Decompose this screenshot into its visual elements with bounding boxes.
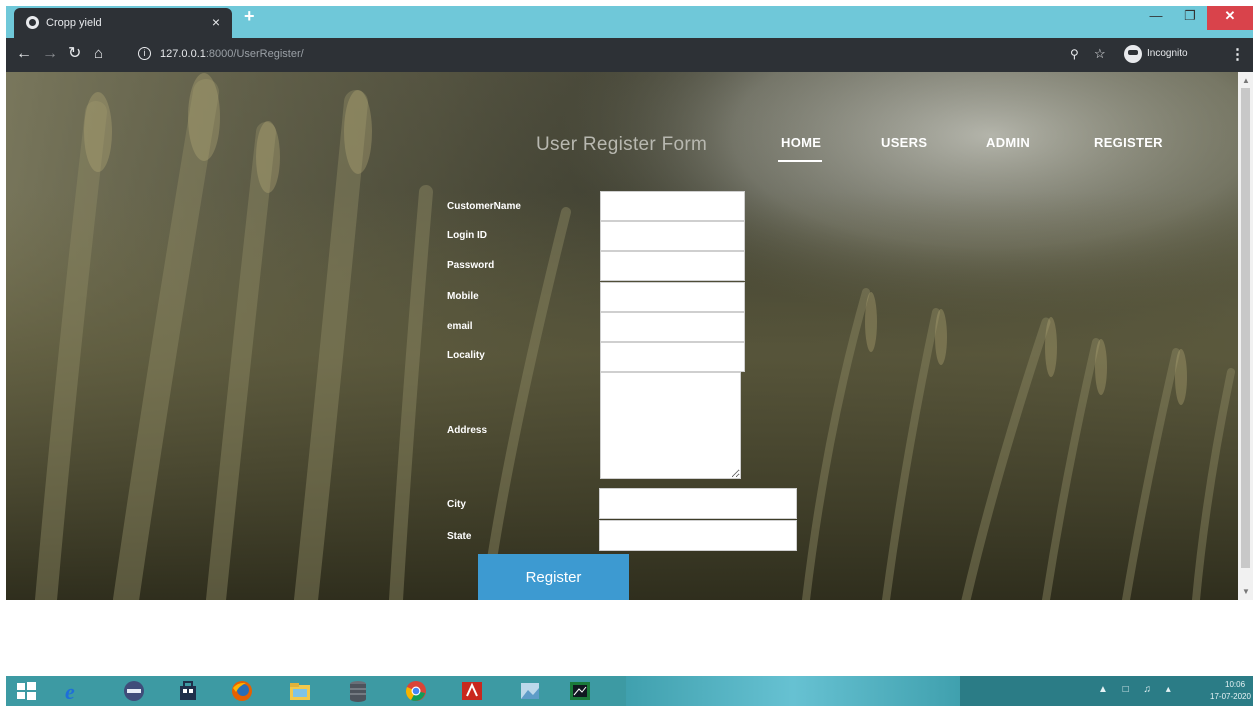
nav-admin-link[interactable]: ADMIN <box>986 135 1030 150</box>
svg-text:e: e <box>65 680 75 702</box>
media-center-icon[interactable] <box>122 680 146 702</box>
address-label: Address <box>447 425 488 436</box>
address-bar[interactable]: i 127.0.0.1:8000/UserRegister/ <box>132 43 1072 67</box>
windows-taskbar: e ▲ □ ♫ ▴ 10:06 17-07-2020 <box>6 676 1253 706</box>
browser-toolbar: ← → ↻ ⌂ i 127.0.0.1:8000/UserRegister/ ⚲… <box>6 38 1253 72</box>
scroll-up-arrow-icon[interactable]: ▲ <box>1242 76 1250 85</box>
zoom-icon[interactable]: ⚲ <box>1070 47 1079 61</box>
bookmark-star-icon[interactable]: ☆ <box>1094 46 1106 62</box>
address-textarea[interactable] <box>600 372 741 479</box>
url-path: :8000/UserRegister/ <box>205 48 304 60</box>
nav-active-underline <box>778 160 822 162</box>
reload-icon[interactable]: ↻ <box>68 45 81 63</box>
password-input[interactable] <box>600 251 745 281</box>
register-button[interactable]: Register <box>478 554 629 600</box>
screen: Cropp yield × + — ❐ ✕ ← → ↻ ⌂ i 127.0.0.… <box>0 0 1253 706</box>
scroll-down-arrow-icon[interactable]: ▼ <box>1242 587 1250 596</box>
url-text: 127.0.0.1:8000/UserRegister/ <box>160 48 304 60</box>
mobile-label: Mobile <box>447 291 479 302</box>
page-scrollbar[interactable]: ▲ ▼ <box>1238 72 1253 600</box>
windows-start-icon[interactable] <box>14 680 38 702</box>
browser-tab[interactable]: Cropp yield × <box>14 8 232 38</box>
close-tab-icon[interactable]: × <box>212 14 220 30</box>
nav-register-link[interactable]: REGISTER <box>1094 135 1163 150</box>
page-title: User Register Form <box>536 134 708 155</box>
store-icon[interactable] <box>176 680 200 702</box>
nav-users-link[interactable]: USERS <box>881 135 927 150</box>
firefox-icon[interactable] <box>230 680 254 702</box>
pdf-reader-icon[interactable] <box>460 680 484 702</box>
page-viewport: User Register Form HOME USERS ADMIN REGI… <box>6 72 1238 600</box>
tab-strip: Cropp yield × + — ❐ ✕ <box>0 0 1253 38</box>
image-editor-icon[interactable] <box>568 680 592 702</box>
incognito-icon[interactable] <box>1124 45 1142 63</box>
mobile-input[interactable] <box>600 282 745 312</box>
minimize-button[interactable]: — <box>1139 6 1173 30</box>
city-input[interactable] <box>599 488 797 519</box>
window-controls: — ❐ ✕ <box>1139 6 1253 30</box>
new-tab-button[interactable]: + <box>244 6 255 27</box>
maximize-button[interactable]: ❐ <box>1173 6 1207 30</box>
nav-home-link[interactable]: HOME <box>781 135 821 150</box>
url-host: 127.0.0.1 <box>160 48 206 60</box>
chrome-icon[interactable] <box>404 680 428 702</box>
password-label: Password <box>447 260 495 271</box>
customer-name-label: CustomerName <box>447 201 521 212</box>
internet-explorer-icon[interactable]: e <box>62 680 86 702</box>
menu-dots-icon[interactable]: ⋮ <box>1230 45 1245 63</box>
system-tray: ▲ □ ♫ ▴ 10:06 17-07-2020 <box>960 676 1253 706</box>
back-arrow-icon[interactable]: ← <box>16 45 32 63</box>
state-input[interactable] <box>599 520 797 551</box>
city-label: City <box>447 499 466 510</box>
state-label: State <box>447 531 472 542</box>
forward-arrow-icon[interactable]: → <box>42 45 58 63</box>
locality-label: Locality <box>447 350 485 361</box>
clock-date[interactable]: 17-07-2020 <box>1210 692 1251 701</box>
tray-icons[interactable]: ▲ □ ♫ ▴ <box>1098 684 1177 695</box>
home-icon[interactable]: ⌂ <box>94 45 103 63</box>
profile-label[interactable]: Incognito <box>1147 48 1188 59</box>
customer-name-input[interactable] <box>600 191 745 221</box>
locality-input[interactable] <box>600 342 745 372</box>
close-window-button[interactable]: ✕ <box>1207 6 1253 30</box>
info-icon[interactable]: i <box>138 47 151 60</box>
file-explorer-icon[interactable] <box>288 680 312 702</box>
clock-time[interactable]: 10:06 <box>1225 680 1245 689</box>
database-icon[interactable] <box>346 680 370 702</box>
email-label: email <box>447 321 473 332</box>
photos-app-icon[interactable] <box>518 680 542 702</box>
tab-title: Cropp yield <box>46 17 102 29</box>
globe-icon <box>26 16 39 29</box>
taskbar-highlight <box>626 676 960 706</box>
login-id-input[interactable] <box>600 221 745 251</box>
login-id-label: Login ID <box>447 230 487 241</box>
scrollbar-thumb[interactable] <box>1241 88 1250 568</box>
email-input[interactable] <box>600 312 745 342</box>
